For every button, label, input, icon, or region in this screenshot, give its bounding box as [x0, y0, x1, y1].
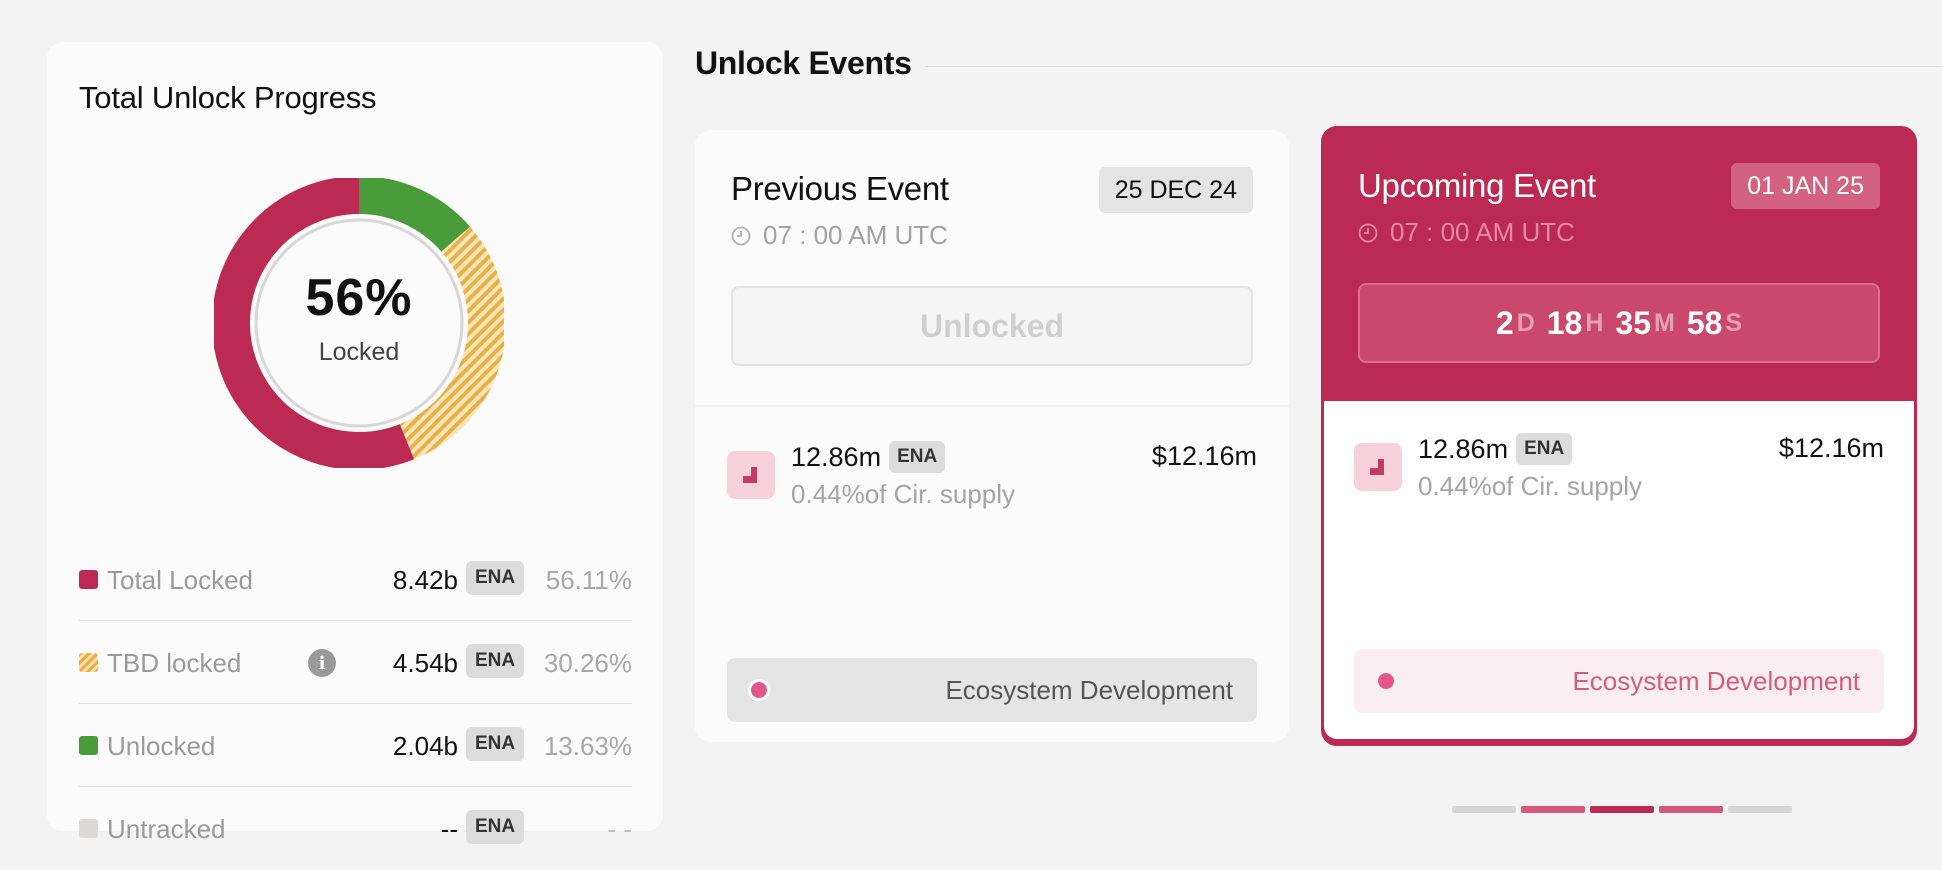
countdown-hours-unit: H	[1585, 308, 1604, 337]
donut-center: 56% Locked	[214, 178, 504, 468]
amount-value: 12.86m	[1418, 433, 1509, 464]
progress-title: Total Unlock Progress	[79, 80, 377, 115]
allocation-amount: 12.86m ENA	[1418, 433, 1573, 465]
pagination-dot-3[interactable]	[1590, 806, 1654, 813]
token-badge: ENA	[466, 644, 524, 678]
untracked-swatch	[79, 819, 98, 838]
legend-value: 2.04b	[392, 731, 458, 761]
supply-percent: 0.44%of Cir. supply	[1418, 471, 1643, 501]
usd-value: $12.16m	[1778, 433, 1884, 463]
amount-value: 12.86m	[791, 441, 882, 472]
event-date-badge: 01 JAN 25	[1731, 163, 1880, 209]
token-badge: ENA	[466, 810, 524, 844]
progress-legend: Total Locked 8.42b ENA 56.11% TBD locked…	[79, 538, 632, 869]
allocation-icon	[1354, 443, 1402, 491]
countdown-days-unit: D	[1516, 308, 1535, 337]
pagination-dot-1[interactable]	[1452, 806, 1516, 813]
carousel-pagination	[1452, 806, 1792, 813]
clock-icon	[731, 226, 751, 245]
event-header: Previous Event 25 DEC 24 07 : 00 AM UTC …	[695, 130, 1289, 407]
pagination-dot-2[interactable]	[1521, 806, 1585, 813]
token-badge: ENA	[889, 441, 946, 473]
token-badge: ENA	[1516, 433, 1573, 465]
category-dot-icon	[1375, 670, 1397, 692]
allocation-icon	[727, 451, 775, 499]
legend-row-tbd-locked: TBD locked i 4.54b ENA 30.26%	[79, 621, 632, 704]
total-locked-swatch	[79, 570, 98, 589]
section-divider	[925, 66, 1942, 67]
locked-percent: 56%	[305, 268, 413, 327]
legend-value: 8.42b	[392, 565, 458, 595]
info-icon[interactable]: i	[308, 649, 336, 677]
legend-value: 4.54b	[392, 648, 458, 678]
event-time-text: 07 : 00 AM UTC	[1390, 217, 1575, 247]
pagination-dot-5[interactable]	[1728, 806, 1792, 813]
event-time: 07 : 00 AM UTC	[1358, 217, 1575, 248]
pagination-dot-4[interactable]	[1659, 806, 1723, 813]
countdown-minutes: 35	[1615, 304, 1651, 341]
event-time-text: 07 : 00 AM UTC	[763, 220, 948, 250]
category-label: Ecosystem Development	[1572, 665, 1860, 696]
countdown-seconds: 58	[1686, 304, 1723, 341]
countdown-minutes-unit: M	[1654, 308, 1675, 337]
event-time: 07 : 00 AM UTC	[731, 220, 948, 251]
unlock-progress-card: Total Unlock Progress 56% Locked Total L…	[47, 42, 663, 844]
token-badge: ENA	[466, 727, 524, 761]
unlock-events-title: Unlock Events	[695, 45, 912, 81]
usd-value: $12.16m	[1151, 441, 1257, 471]
allocation-amount: 12.86m ENA	[791, 441, 946, 473]
legend-row-untracked: Untracked -- ENA - -	[79, 787, 632, 869]
legend-percent: 30.26%	[543, 648, 632, 678]
legend-name: Total Locked	[107, 565, 253, 595]
event-title: Upcoming Event	[1358, 167, 1596, 204]
event-status-box: Unlocked	[731, 286, 1253, 366]
event-header: Upcoming Event 01 JAN 25 07 : 00 AM UTC …	[1324, 129, 1914, 401]
legend-percent: 13.63%	[543, 731, 632, 761]
legend-row-unlocked: Unlocked 2.04b ENA 13.63%	[79, 704, 632, 787]
unlocked-swatch	[79, 736, 98, 755]
category-pill: Ecosystem Development	[1354, 649, 1884, 713]
locked-label: Locked	[318, 337, 400, 366]
category-label: Ecosystem Development	[945, 674, 1233, 705]
event-allocation: 12.86m ENA 0.44%of Cir. supply $12.16m E…	[695, 407, 1289, 742]
legend-name: Untracked	[107, 814, 226, 844]
countdown-days: 2	[1495, 304, 1514, 341]
legend-row-total-locked: Total Locked 8.42b ENA 56.11%	[79, 538, 632, 621]
category-dot-icon	[748, 679, 770, 701]
tbd-locked-swatch	[79, 653, 98, 672]
countdown-seconds-unit: S	[1725, 308, 1743, 337]
category-pill: Ecosystem Development	[727, 658, 1257, 722]
previous-event-card[interactable]: Previous Event 25 DEC 24 07 : 00 AM UTC …	[695, 130, 1289, 742]
upcoming-event-card[interactable]: Upcoming Event 01 JAN 25 07 : 00 AM UTC …	[1321, 126, 1917, 746]
event-allocation: 12.86m ENA 0.44%of Cir. supply $12.16m E…	[1324, 401, 1914, 739]
countdown-box: 2D 18 H 35 M 58 S	[1358, 283, 1880, 363]
clock-icon	[1358, 223, 1378, 242]
event-title: Previous Event	[731, 170, 949, 207]
legend-name: TBD locked	[107, 648, 242, 678]
supply-percent: 0.44%of Cir. supply	[791, 479, 1016, 509]
legend-percent: 56.11%	[545, 565, 632, 595]
token-badge: ENA	[466, 561, 524, 595]
event-date-badge: 25 DEC 24	[1098, 167, 1253, 213]
legend-value: --	[440, 814, 458, 844]
countdown-hours: 18	[1546, 304, 1583, 341]
legend-percent: - -	[607, 814, 632, 844]
legend-name: Unlocked	[107, 731, 216, 761]
